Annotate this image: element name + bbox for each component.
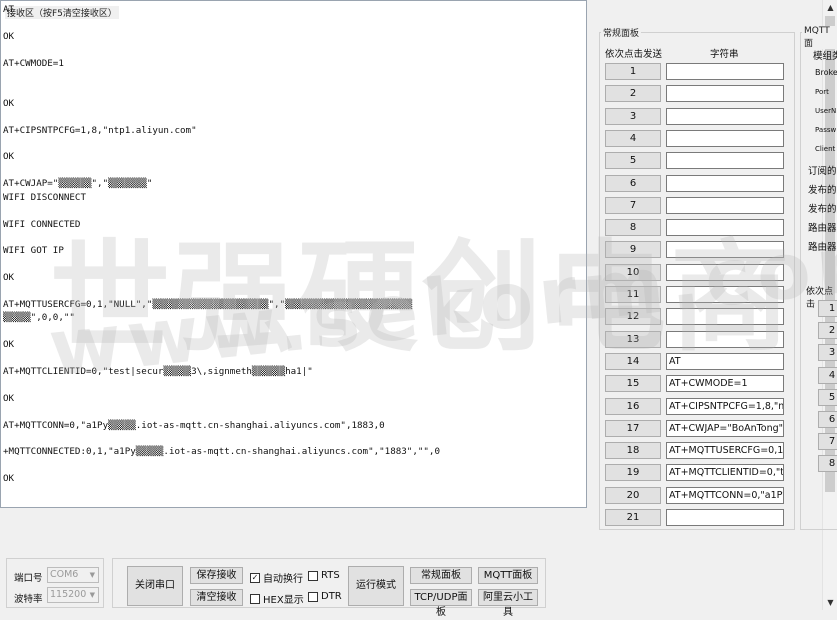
send-row-button[interactable]: 12 xyxy=(605,308,661,326)
rts-checkbox[interactable]: RTS xyxy=(308,570,340,581)
send-row-string-input[interactable]: AT+CIPSNTPCFG=1,8,"ntp xyxy=(666,397,784,415)
mqtt-send-button[interactable]: 5 xyxy=(818,388,837,406)
aliyun-tool-button[interactable]: 阿里云小工具 xyxy=(478,589,538,618)
send-row-button[interactable]: 8 xyxy=(605,219,661,237)
send-row-string-input[interactable]: AT+MQTTCLIENTID=0,"te xyxy=(666,464,784,482)
send-row-string-input[interactable]: AT+CWJAP="BoAnTong", xyxy=(666,419,784,437)
send-row-button[interactable]: 21 xyxy=(605,509,661,526)
mqtt-send-button[interactable]: 8 xyxy=(818,455,837,473)
mqtt-panel-title: MQTT面 xyxy=(802,26,837,49)
send-row-button[interactable]: 2 xyxy=(605,85,661,103)
send-row-string-input[interactable] xyxy=(666,152,784,170)
send-row-string-input[interactable] xyxy=(666,196,784,214)
mqtt-send-button[interactable]: 2 xyxy=(818,322,837,340)
send-row-button[interactable]: 7 xyxy=(605,196,661,214)
send-row-string-input[interactable] xyxy=(666,219,784,237)
send-row-string-input[interactable] xyxy=(666,330,784,348)
dtr-checkbox[interactable]: DTR xyxy=(308,591,342,602)
send-row-button[interactable]: 17 xyxy=(605,419,661,437)
send-row-string-input[interactable]: AT+MQTTUSERCFG=0,1," xyxy=(666,442,784,460)
hex-display-checkbox[interactable]: HEX显示 xyxy=(250,591,304,606)
send-row-string-input[interactable] xyxy=(666,85,784,103)
scroll-up-icon[interactable]: ▲ xyxy=(823,0,837,15)
send-row-button[interactable]: 19 xyxy=(605,464,661,482)
send-row-button[interactable]: 6 xyxy=(605,174,661,192)
send-row-string-input[interactable] xyxy=(666,241,784,259)
save-receive-button[interactable]: 保存接收 xyxy=(190,567,243,584)
mqtt-send-button[interactable]: 7 xyxy=(818,433,837,451)
send-row-string-input[interactable]: AT+MQTTCONN=0,"a1Py xyxy=(666,486,784,504)
mqtt-field-label: 路由器 xyxy=(808,242,837,253)
mqtt-send-button[interactable]: 6 xyxy=(818,411,837,428)
mqtt-field-label: 模组类 xyxy=(813,51,837,62)
send-row-button[interactable]: 3 xyxy=(605,107,661,125)
receive-textarea[interactable]: AT OK AT+CWMODE=1 OK AT+CIPSNTPCFG=1,8,"… xyxy=(0,0,837,610)
string-column-header: 字符串 xyxy=(710,49,739,60)
send-row-string-input[interactable] xyxy=(666,509,784,526)
send-row-string-input[interactable] xyxy=(666,263,784,281)
mqtt-send-button[interactable]: 3 xyxy=(818,344,837,362)
mqtt-field-label: 发布的 xyxy=(808,185,837,196)
send-row-button[interactable]: 20 xyxy=(605,486,661,504)
mqtt-field-label: 订阅的 xyxy=(808,166,837,177)
mqtt-field-label: Passw xyxy=(815,126,837,134)
send-row-button[interactable]: 18 xyxy=(605,442,661,460)
scroll-down-icon[interactable]: ▼ xyxy=(823,595,837,610)
mqtt-panel-button[interactable]: MQTT面板 xyxy=(478,567,538,584)
send-row-button[interactable]: 10 xyxy=(605,263,661,281)
send-row-button[interactable]: 14 xyxy=(605,352,661,370)
chevron-down-icon: ▼ xyxy=(89,591,95,599)
baud-label: 波特率 xyxy=(14,594,43,605)
send-row-string-input[interactable] xyxy=(666,286,784,303)
send-row-button[interactable]: 15 xyxy=(605,375,661,393)
send-row-button[interactable]: 16 xyxy=(605,397,661,415)
send-row-string-input[interactable] xyxy=(666,308,784,326)
mqtt-field-label: UserN xyxy=(815,107,837,115)
checkmark-icon: ✓ xyxy=(250,572,260,583)
close-port-button[interactable]: 关闭串口 xyxy=(127,566,183,606)
send-row-string-input[interactable] xyxy=(666,129,784,147)
send-row-button[interactable]: 5 xyxy=(605,152,661,170)
chevron-down-icon: ▼ xyxy=(89,571,95,579)
run-mode-button[interactable]: 运行模式 xyxy=(348,566,404,606)
send-row-button[interactable]: 11 xyxy=(605,286,661,303)
send-row-string-input[interactable] xyxy=(666,63,784,80)
send-row-button[interactable]: 13 xyxy=(605,330,661,348)
baud-select[interactable]: 115200 ▼ xyxy=(47,587,99,603)
send-row-button[interactable]: 9 xyxy=(605,241,661,259)
mqtt-field-label: Client xyxy=(815,145,836,153)
send-row-string-input[interactable] xyxy=(666,107,784,125)
send-row-string-input[interactable] xyxy=(666,174,784,192)
send-row-button[interactable]: 1 xyxy=(605,63,661,80)
tcp-udp-panel-button[interactable]: TCP/UDP面板 xyxy=(410,589,472,618)
normal-panel-title: 常规面板 xyxy=(601,26,642,39)
mqtt-field-label: 路由器 xyxy=(808,223,837,234)
mqtt-send-button[interactable]: 4 xyxy=(818,366,837,384)
port-select[interactable]: COM6 ▼ xyxy=(47,567,99,583)
clear-receive-button[interactable]: 清空接收 xyxy=(190,589,243,606)
send-row-string-input[interactable]: AT xyxy=(666,352,784,370)
mqtt-field-label: Port xyxy=(815,88,829,96)
send-column-header: 依次点击发送 xyxy=(605,49,663,60)
normal-panel-button[interactable]: 常规面板 xyxy=(410,567,472,584)
auto-wrap-checkbox[interactable]: ✓ 自动换行 xyxy=(250,570,303,585)
mqtt-send-button[interactable]: 1 xyxy=(818,300,837,317)
send-row-button[interactable]: 4 xyxy=(605,129,661,147)
mqtt-field-label: 发布的 xyxy=(808,204,837,215)
mqtt-field-label: Broke xyxy=(815,68,837,77)
port-label: 端口号 xyxy=(14,573,43,584)
send-row-string-input[interactable]: AT+CWMODE=1 xyxy=(666,375,784,393)
